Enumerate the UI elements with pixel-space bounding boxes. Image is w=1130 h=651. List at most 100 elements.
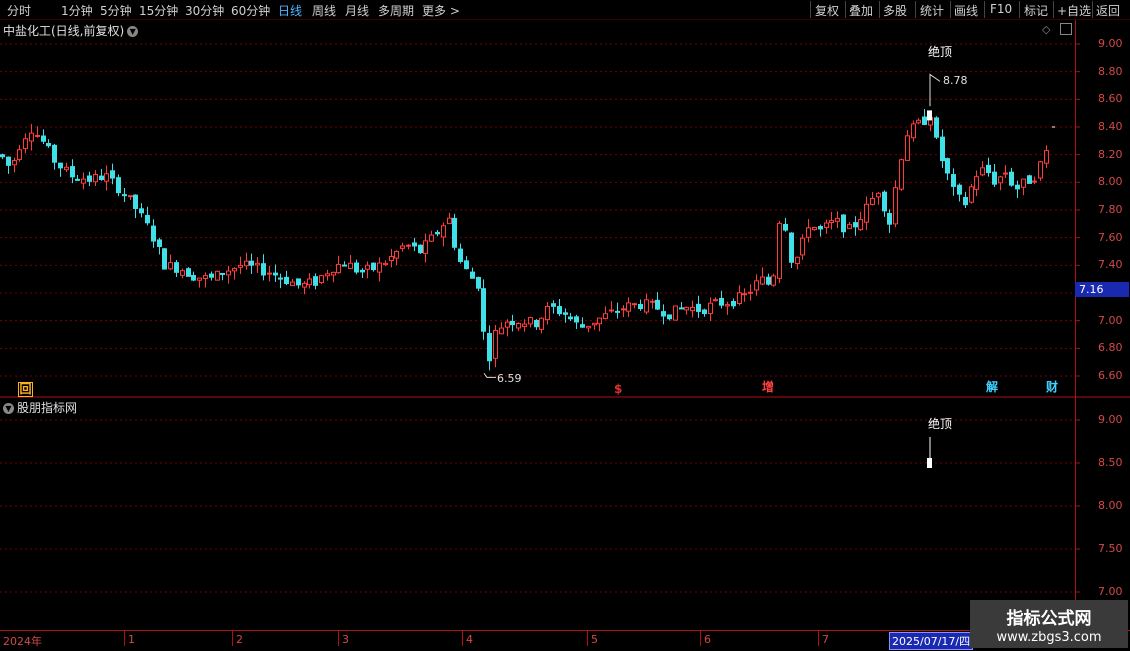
indicator-tick-label: 8.00 bbox=[1098, 499, 1123, 512]
candle-body bbox=[974, 176, 979, 190]
candle-body bbox=[911, 123, 916, 139]
candle-body bbox=[980, 167, 985, 176]
candle-body bbox=[464, 260, 469, 270]
candle-body bbox=[592, 322, 597, 326]
candle-body bbox=[290, 281, 295, 287]
candle-body bbox=[522, 323, 527, 328]
candle-body bbox=[441, 225, 446, 238]
candle-body bbox=[1003, 172, 1008, 175]
event-marker-dollar[interactable]: $ bbox=[614, 383, 622, 396]
high-leader-line bbox=[929, 73, 941, 107]
indicator-tick-label: 8.50 bbox=[1098, 456, 1123, 469]
indicator-signal-bar bbox=[927, 458, 932, 468]
indicator-tick-label: 7.00 bbox=[1098, 585, 1123, 598]
candle-body bbox=[905, 135, 910, 161]
candle-body bbox=[673, 305, 678, 321]
candle-body bbox=[725, 304, 730, 307]
candle-body bbox=[406, 244, 411, 247]
candle-body bbox=[742, 293, 747, 296]
candlestick-chart[interactable] bbox=[0, 0, 1130, 650]
candle-body bbox=[365, 264, 370, 270]
price-tick-label: 7.60 bbox=[1098, 230, 1123, 244]
candle-body bbox=[812, 226, 817, 231]
candle-body bbox=[760, 276, 765, 285]
cursor-date-label: 2025/07/17/四 bbox=[889, 632, 974, 650]
candle-body bbox=[568, 316, 573, 320]
candle-body bbox=[354, 262, 359, 273]
candle-body bbox=[58, 162, 63, 169]
low-price-label: 6.59 bbox=[497, 372, 522, 385]
candle-body bbox=[1009, 171, 1014, 186]
candle-body bbox=[162, 248, 167, 270]
candle-body bbox=[754, 280, 759, 291]
candle-body bbox=[632, 303, 637, 306]
indicator-tick-label: 7.50 bbox=[1098, 542, 1123, 555]
price-tick-label: 9.00 bbox=[1098, 37, 1123, 50]
panel-toggle-icon[interactable] bbox=[1060, 23, 1072, 35]
candle-body bbox=[586, 325, 591, 329]
candle-body bbox=[545, 305, 550, 321]
price-tick-label: 7.40 bbox=[1098, 258, 1123, 272]
candle-body bbox=[650, 300, 655, 303]
candle-body bbox=[690, 306, 695, 312]
candle-body bbox=[557, 306, 562, 315]
diamond-icon[interactable]: ◇ bbox=[1042, 23, 1050, 36]
event-marker-finance[interactable]: 财 bbox=[1046, 381, 1058, 394]
candle-body bbox=[267, 272, 272, 275]
candle-body bbox=[12, 160, 17, 166]
indicator-tick-label: 9.00 bbox=[1098, 413, 1123, 426]
candle-body bbox=[771, 275, 776, 286]
candle-body bbox=[174, 262, 179, 273]
candle-body bbox=[186, 268, 191, 277]
candle-body bbox=[679, 307, 684, 310]
candle-body bbox=[963, 196, 968, 206]
candle-body bbox=[325, 273, 330, 277]
event-marker-unlock[interactable]: 解 bbox=[986, 381, 998, 394]
candle-body bbox=[145, 214, 150, 224]
chevron-down-icon[interactable]: ▼ bbox=[127, 26, 139, 37]
main-panel-title: 中盐化工(日线,前复权) ▼ bbox=[3, 22, 139, 39]
candle-body bbox=[1038, 161, 1043, 179]
candle-body bbox=[360, 269, 365, 273]
price-tick-label: 7.80 bbox=[1098, 203, 1123, 216]
candle-body bbox=[719, 297, 724, 306]
candle-body bbox=[481, 288, 486, 332]
candle-body bbox=[940, 136, 945, 162]
candle-body bbox=[1032, 180, 1037, 183]
top-signal-label: 绝顶 bbox=[928, 45, 953, 59]
candle-body bbox=[447, 217, 452, 225]
candle-body bbox=[458, 248, 463, 262]
candle-body bbox=[835, 217, 840, 222]
price-tick-label: 8.00 bbox=[1098, 175, 1123, 189]
candle-body bbox=[75, 178, 80, 181]
candle-body bbox=[597, 317, 602, 325]
date-label: 4 bbox=[466, 633, 473, 646]
candle-body bbox=[696, 303, 701, 312]
chevron-down-icon[interactable]: ▼ bbox=[3, 403, 14, 414]
price-tick-label: 6.60 bbox=[1098, 369, 1123, 382]
candle-body bbox=[273, 272, 278, 276]
event-marker-return[interactable]: 回 bbox=[18, 382, 33, 397]
candle-body bbox=[574, 316, 579, 323]
candle-body bbox=[423, 240, 428, 254]
event-marker-increase[interactable]: 增 bbox=[762, 381, 774, 394]
candle-body bbox=[180, 270, 185, 276]
candle-body bbox=[41, 135, 46, 142]
candle-body bbox=[6, 156, 11, 166]
candle-body bbox=[249, 260, 254, 266]
candle-body bbox=[922, 116, 927, 125]
candle-body bbox=[191, 274, 196, 281]
date-label: 7 bbox=[822, 633, 829, 646]
candle-body bbox=[17, 149, 22, 160]
candle-body bbox=[278, 277, 283, 280]
candle-body bbox=[435, 231, 440, 235]
candle-body bbox=[93, 173, 98, 183]
candle-body bbox=[429, 234, 434, 242]
candle-body bbox=[0, 154, 5, 158]
price-tick-label: 8.80 bbox=[1098, 64, 1123, 78]
candle-body bbox=[284, 276, 289, 285]
candle-body bbox=[684, 306, 689, 311]
candle-body bbox=[389, 256, 394, 261]
candle-body bbox=[777, 222, 782, 279]
candle-body bbox=[737, 292, 742, 305]
